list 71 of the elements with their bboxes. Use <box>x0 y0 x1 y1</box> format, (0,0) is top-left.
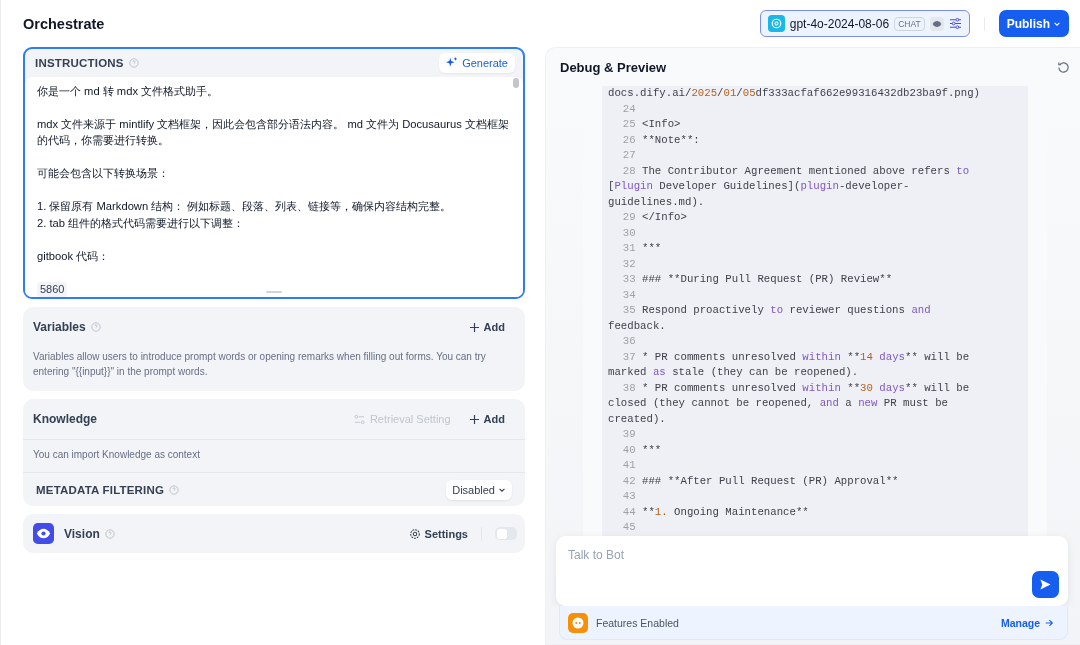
arrow-right-icon <box>1044 617 1054 628</box>
prompt-text: 1. 保留原有 Markdown 结构： 例如标题、段落、列表、链接等，确保内容结构完整。 <box>37 199 453 214</box>
prompt-editor[interactable]: 你是一个 md 转 mdx 文件格式助手。 mdx 文件来源于 mintlify 文档框架，因此会包含部分语法内容。 md 文件为 Docusaurus 文档框架的代码，你需要进行转换。 可能会包含以下转换场景： 1. 保留原有 Markdown 结构： 例如标题、段落、列表、链接等，确保内容结构完整。 2. tab 组件的格式代码需要进行以下调整： gitbook 代码： 5860 <box>25 76 523 297</box>
sparkle-icon <box>446 56 459 69</box>
variables-title: Variables <box>33 320 86 334</box>
variable-chip: 5860 <box>37 281 68 297</box>
manage-link[interactable]: Manage <box>1000 616 1054 629</box>
model-logo-icon <box>767 15 785 32</box>
add-knowledge-button[interactable]: Add <box>469 413 505 425</box>
code-line: 32 <box>621 256 637 272</box>
plus-icon <box>469 322 479 332</box>
scrollbar-thumb[interactable] <box>513 77 519 88</box>
code-line: 31 *** <box>621 241 663 256</box>
code-line: 39 <box>621 427 637 442</box>
code-line: 27 <box>621 148 637 163</box>
eye-icon <box>33 523 54 544</box>
code-line: 36 <box>621 334 637 349</box>
help-icon <box>128 57 139 68</box>
help-icon <box>90 322 101 332</box>
settings-icon <box>408 527 421 540</box>
code-line: 40 *** <box>621 442 663 458</box>
plus-icon <box>469 414 479 424</box>
code-line: 38 * PR comments unresolved within **30 days** will be closed (they cannot be reopened, and a new PR must be created). <box>608 380 971 427</box>
send-icon <box>1039 578 1052 591</box>
eye-icon <box>929 16 944 31</box>
metadata-filtering-dropdown[interactable]: Disabled <box>446 479 512 500</box>
vision-toggle[interactable] <box>495 527 517 540</box>
knowledge-title: Knowledge <box>33 412 97 426</box>
code-line: docs.dify.ai/2025/01/05df333acfaf662e99316432db23ba9f.png) <box>608 86 982 101</box>
chat-input[interactable]: Talk to Bot <box>556 536 1068 606</box>
code-line: 43 <box>621 489 637 504</box>
send-button[interactable] <box>1032 571 1059 598</box>
prompt-text: 你是一个 md 转 mdx 文件格式助手。 <box>37 83 220 99</box>
model-selector[interactable]: gpt-4o-2024-08-06 CHAT <box>759 10 970 37</box>
code-line: 26 **Note**: <box>621 132 701 148</box>
help-icon <box>169 484 180 495</box>
vision-settings-button[interactable]: Settings <box>408 527 468 540</box>
quote-icon <box>568 612 588 633</box>
code-line: 28 The Contributor Agreement mentioned above refers to [Plugin Developer Guidelines](plugin-developer-guidelines.md). <box>608 163 971 210</box>
code-line: 44 **1. Ongoing Maintenance** <box>621 504 810 520</box>
prompt-text: 可能会包含以下转换场景： <box>37 166 170 181</box>
code-line: 42 ### **After Pull Request (PR) Approval** <box>621 473 900 489</box>
code-line: 30 <box>621 225 637 241</box>
code-line: 37 * PR comments unresolved within **14 days** will be marked as stale (they can be reopened). <box>608 349 971 380</box>
features-label: Features Enabled <box>596 616 679 629</box>
variables-description: Variables allow users to introduce prompt words or opening remarks when filling out forms. You can try entering "{{input}}" in the prompt words. <box>32 350 487 379</box>
help-icon <box>104 528 115 539</box>
publish-button[interactable]: Publish <box>998 10 1069 37</box>
code-line: 33 ### **During Pull Request (PR) Review** <box>621 272 894 287</box>
metadata-filtering-label: METADATA FILTERING <box>36 483 165 496</box>
prompt-text: mdx 文件来源于 mintlify 文档框架，因此会包含部分语法内容。 md 文件为 Docusaurus 文档框架的代码，你需要进行转换。 <box>37 116 510 148</box>
preview-title: Debug & Preview <box>560 59 667 75</box>
code-line: 24 <box>621 101 637 117</box>
add-variable-button[interactable]: Add <box>469 321 505 333</box>
generate-button[interactable]: Generate <box>439 52 515 73</box>
resize-handle[interactable] <box>266 291 282 293</box>
code-line: 41 <box>621 458 637 473</box>
knowledge-description: You can import Knowledge as context <box>23 439 525 473</box>
sliders-icon <box>353 413 365 425</box>
code-line: 45 <box>621 520 637 535</box>
instructions-title: INSTRUCTIONS <box>35 56 124 69</box>
page-title: Orchestrate <box>23 15 105 32</box>
code-line: 35 Respond proactively to reviewer questions and feedback. <box>608 303 932 334</box>
refresh-icon[interactable] <box>1057 60 1070 74</box>
code-line: 29 </Info> <box>621 210 688 225</box>
vision-title: Vision <box>64 526 100 541</box>
sliders-icon <box>948 17 962 30</box>
code-line: 34 <box>621 287 637 303</box>
code-line: 25 <Info> <box>621 117 682 132</box>
prompt-text: gitbook 代码： <box>37 248 111 264</box>
prompt-text: 2. tab 组件的格式代码需要进行以下调整： <box>37 215 246 231</box>
